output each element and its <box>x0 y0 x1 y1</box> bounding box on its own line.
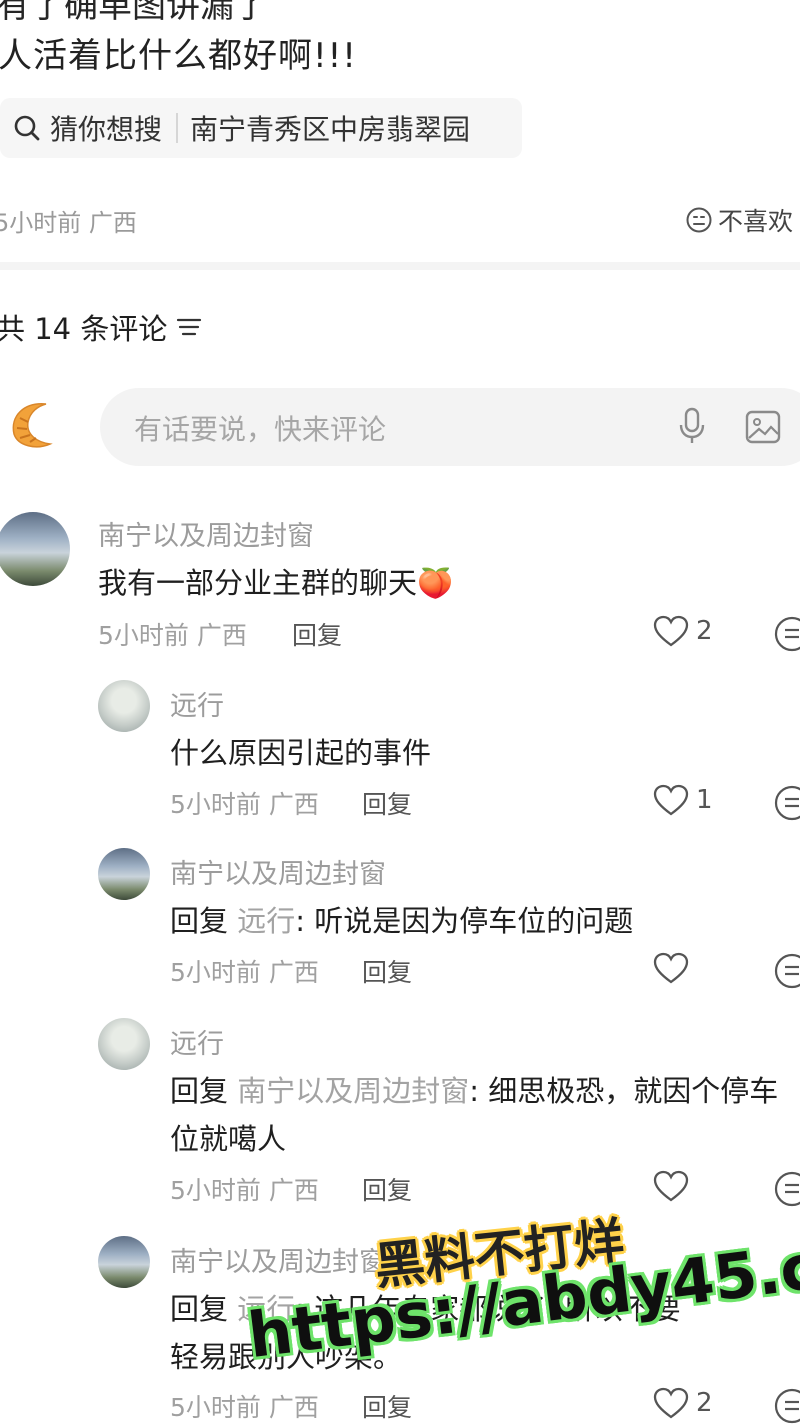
sort-icon[interactable] <box>175 315 203 339</box>
comment-meta: 5小时前 广西 <box>170 1393 319 1422</box>
post-partial-line: 有了确单图讲漏了 <box>0 0 268 26</box>
peach-emoji-icon: 🍑 <box>417 566 454 600</box>
dislike-label: 不喜欢 <box>718 207 794 236</box>
comment-author[interactable]: 远行 <box>170 1022 224 1061</box>
heart-icon <box>653 784 689 816</box>
reply-prefix: 回复 <box>170 904 229 938</box>
avatar[interactable] <box>98 1236 150 1288</box>
comment-body: : 细思极恐，就因个停车 <box>469 1074 779 1108</box>
reply-prefix: 回复 <box>170 1074 229 1108</box>
heart-icon <box>653 1170 689 1202</box>
microphone-icon[interactable] <box>676 406 708 446</box>
like-button[interactable]: 2 <box>652 614 713 648</box>
reply-prefix: 回复 <box>170 1292 229 1326</box>
avatar[interactable] <box>0 512 70 586</box>
comment-body: 我有一部分业主群的聊天 <box>98 566 418 600</box>
more-options-icon[interactable] <box>772 1169 800 1209</box>
comment-text: 我有一部分业主群的聊天🍑 <box>98 560 453 602</box>
comment-meta: 5小时前 广西 <box>170 958 319 987</box>
reply-button[interactable]: 回复 <box>292 616 342 652</box>
like-button[interactable]: 1 <box>652 783 713 817</box>
reply-target[interactable]: 远行 <box>237 904 295 938</box>
like-button[interactable] <box>652 951 696 985</box>
section-divider <box>0 262 800 270</box>
reply-button[interactable]: 回复 <box>362 785 412 821</box>
comment-meta: 5小时前 广西 <box>170 790 319 819</box>
comment-body: : 听说是因为停车位的问题 <box>295 904 634 938</box>
more-options-icon[interactable] <box>772 1386 800 1426</box>
reply-target[interactable]: 南宁以及周边封窗 <box>237 1074 469 1108</box>
comment-text: 回复 南宁以及周边封窗: 细思极恐，就因个停车 <box>170 1068 778 1110</box>
comment-author[interactable]: 南宁以及周边封窗 <box>170 852 386 891</box>
avatar[interactable] <box>98 680 150 732</box>
croissant-avatar-icon[interactable] <box>6 398 60 452</box>
dislike-button[interactable]: 不喜欢 <box>684 202 793 238</box>
comments-header: 共 14 条评论 <box>0 306 203 348</box>
comment-author[interactable]: 南宁以及周边封窗 <box>98 514 314 553</box>
comment-text: 什么原因引起的事件 <box>170 736 432 770</box>
comment-author[interactable]: 南宁以及周边封窗 <box>170 1240 386 1279</box>
reply-button[interactable]: 回复 <box>362 1171 412 1207</box>
heart-icon <box>653 615 689 647</box>
suggested-search-prefix: 猜你想搜 <box>50 113 163 146</box>
like-count: 2 <box>696 1388 713 1418</box>
image-icon[interactable] <box>744 408 782 446</box>
more-options-icon[interactable] <box>772 783 800 823</box>
comment-meta: 5小时前 广西 <box>170 1176 319 1205</box>
reply-button[interactable]: 回复 <box>362 953 412 989</box>
comment-input-placeholder: 有话要说，快来评论 <box>134 413 387 446</box>
comment-author[interactable]: 远行 <box>170 684 224 723</box>
suggested-search-term: 南宁青秀区中房翡翠园 <box>190 113 471 146</box>
dislike-face-icon <box>686 207 712 233</box>
post-body-line: 人活着比什么都好啊!!! <box>0 36 357 76</box>
suggested-search-chip[interactable]: 猜你想搜 南宁青秀区中房翡翠园 <box>0 98 522 158</box>
like-button[interactable]: 2 <box>652 1386 713 1420</box>
avatar[interactable] <box>98 1018 150 1070</box>
like-count: 1 <box>696 785 713 815</box>
reply-button[interactable]: 回复 <box>362 1388 412 1424</box>
comment-count: 共 14 条评论 <box>0 312 168 346</box>
post-meta: 5小时前 广西 <box>0 209 137 237</box>
more-options-icon[interactable] <box>772 614 800 654</box>
comment-meta: 5小时前 广西 <box>98 621 247 650</box>
search-icon <box>14 115 40 141</box>
like-count: 2 <box>696 616 713 646</box>
like-button[interactable] <box>652 1169 696 1203</box>
comment-text: 回复 远行: 听说是因为停车位的问题 <box>170 898 633 940</box>
more-options-icon[interactable] <box>772 951 800 991</box>
chip-separator <box>176 113 179 143</box>
avatar[interactable] <box>98 848 150 900</box>
comment-text-continued: 位就噶人 <box>170 1122 287 1156</box>
heart-icon <box>653 952 689 984</box>
heart-icon <box>653 1387 689 1419</box>
